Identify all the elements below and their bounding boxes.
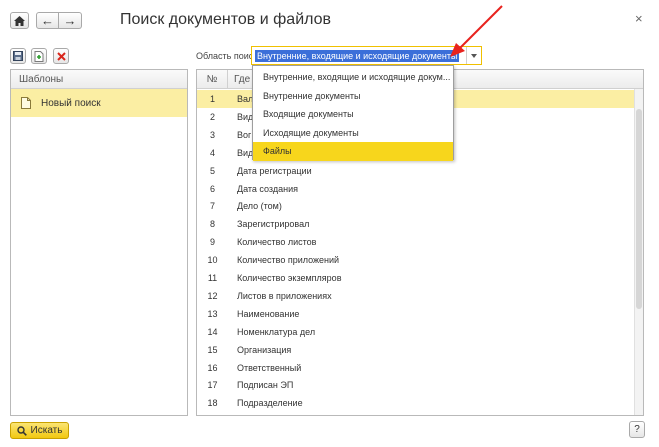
table-row[interactable]: 8 Зарегистрировал [197, 215, 635, 233]
save-template-button[interactable] [10, 48, 26, 64]
home-icon [14, 15, 25, 26]
vertical-scrollbar[interactable] [634, 89, 643, 415]
templates-panel: Шаблоны Новый поиск [10, 69, 188, 416]
row-field-name: Количество экземпляров [237, 273, 342, 283]
column-header-number[interactable]: № [197, 70, 228, 89]
row-field-name: Подписан ЭП [237, 380, 294, 391]
row-number: 10 [207, 255, 218, 266]
floppy-disk-icon [13, 51, 23, 61]
scrollbar-thumb[interactable] [636, 109, 642, 309]
row-number: 8 [209, 219, 215, 230]
dropdown-option[interactable]: Файлы [253, 142, 453, 161]
table-row[interactable]: 13 Наименование [197, 305, 635, 323]
find-button-label: Искать [30, 425, 63, 436]
row-number: 7 [209, 201, 215, 212]
table-row[interactable]: 12 Листов в приложениях [197, 287, 635, 305]
row-field-name: Вид [237, 147, 254, 158]
home-button[interactable] [10, 12, 29, 29]
row-number: 1 [209, 94, 215, 104]
row-number: 5 [209, 165, 215, 176]
row-number: 4 [209, 147, 215, 158]
templates-header: Шаблоны [11, 70, 187, 89]
annotation-arrow-icon [450, 5, 503, 57]
row-number: 13 [207, 308, 218, 319]
table-row[interactable]: 9 Количество листов [197, 233, 635, 251]
row-field-name: Номенклатура дел [237, 326, 316, 337]
row-number: 15 [207, 344, 218, 355]
row-field-name: Дата создания [237, 183, 298, 194]
row-field-name: Наименование [237, 308, 300, 319]
row-number: 9 [209, 237, 215, 248]
table-row[interactable]: 11 Количество экземпляров [197, 269, 635, 287]
arrow-left-icon: ← [41, 13, 54, 28]
row-field-name: Вог [237, 129, 252, 140]
back-button[interactable]: ← [36, 12, 59, 29]
forward-button[interactable]: → [59, 12, 82, 29]
row-number: 3 [209, 129, 215, 140]
table-row[interactable]: 15 Организация [197, 341, 635, 359]
dropdown-option[interactable]: Входящие документы [253, 105, 453, 124]
row-number: 18 [207, 398, 218, 409]
dropdown-option[interactable]: Исходящие документы [253, 124, 453, 143]
row-field-name: Зарегистрировал [237, 219, 310, 230]
help-button[interactable]: ? [629, 421, 645, 438]
document-icon [21, 97, 31, 109]
close-icon[interactable]: × [635, 11, 643, 26]
table-row[interactable]: 16 Ответственный [197, 359, 635, 377]
window-title: Поиск документов и файлов [120, 11, 332, 28]
row-field-name: Количество приложений [237, 255, 340, 266]
add-document-icon [34, 50, 44, 62]
row-number: 11 [207, 273, 218, 283]
row-field-name: Организация [237, 344, 292, 355]
search-icon [16, 425, 27, 436]
table-row[interactable]: 6 Дата создания [197, 180, 635, 198]
table-row[interactable]: 17 Подписан ЭП [197, 376, 635, 394]
find-button[interactable]: Искать [10, 422, 69, 439]
add-template-button[interactable] [31, 48, 47, 64]
row-number: 16 [207, 362, 218, 373]
arrow-right-icon: → [63, 13, 77, 28]
row-field-name: Ответственный [237, 362, 302, 373]
row-number: 14 [207, 326, 218, 337]
row-field-name: Дата регистрации [237, 165, 312, 176]
row-field-name: Количество листов [237, 237, 317, 248]
dropdown-option[interactable]: Внутренние, входящие и исходящие докум..… [253, 68, 453, 87]
table-row[interactable]: 7 Дело (том) [197, 197, 635, 215]
row-field-name: Вал [237, 94, 254, 104]
delete-template-button[interactable] [53, 48, 69, 64]
template-item-label: Новый поиск [41, 97, 101, 109]
table-row[interactable]: 10 Количество приложений [197, 251, 635, 269]
row-field-name: Дело (том) [237, 201, 282, 212]
row-field-name: Листов в приложениях [237, 290, 332, 301]
delete-icon [56, 51, 66, 61]
row-field-name: Подразделение [237, 398, 303, 409]
row-field-name: Вид [237, 111, 254, 122]
table-row[interactable]: 18 Подразделение [197, 394, 635, 412]
row-number: 2 [209, 111, 215, 122]
template-item-new-search[interactable]: Новый поиск [11, 89, 187, 117]
row-number: 6 [209, 183, 215, 194]
row-number: 17 [207, 380, 218, 391]
column-header-field[interactable]: Где [234, 70, 250, 89]
row-number: 12 [207, 290, 218, 301]
dropdown-option[interactable]: Внутренние документы [253, 87, 453, 106]
table-row[interactable]: 5 Дата регистрации [197, 162, 635, 180]
table-row[interactable]: 14 Номенклатура дел [197, 323, 635, 341]
search-area-value: Внутренние, входящие и исходящие докумен… [255, 50, 460, 62]
search-area-dropdown: Внутренние, входящие и исходящие докум..… [252, 65, 454, 161]
